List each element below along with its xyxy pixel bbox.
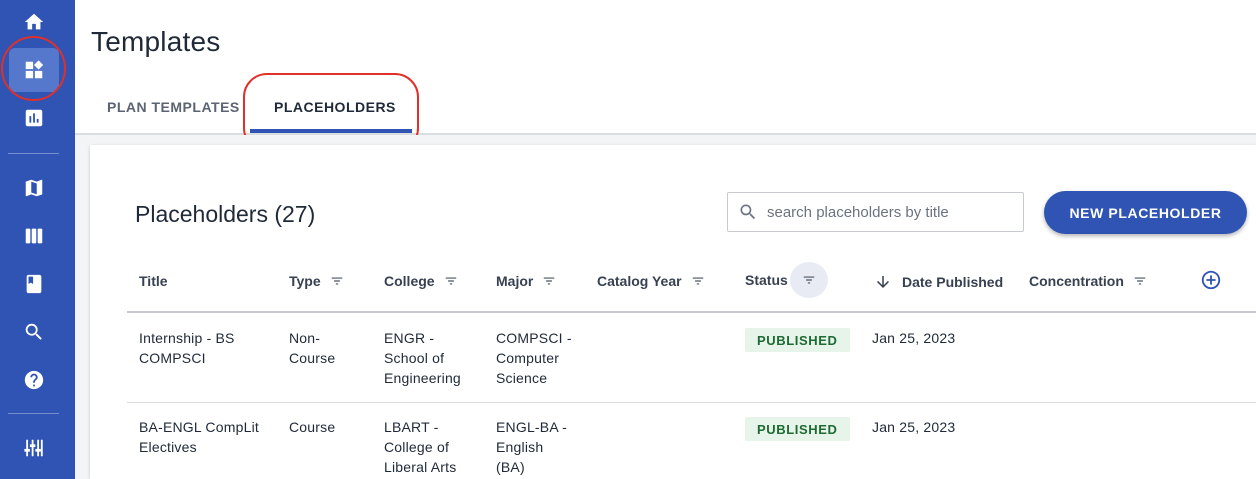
column-header-title[interactable]: Title bbox=[139, 273, 168, 289]
cell-college: ENGR - School of Engineering bbox=[384, 330, 461, 386]
filter-icon[interactable] bbox=[444, 274, 458, 288]
column-header-status[interactable]: Status bbox=[745, 262, 828, 298]
sidebar-item-reports[interactable] bbox=[9, 96, 59, 140]
cell-major: COMPSCI - Computer Science bbox=[496, 330, 572, 386]
status-filter-button[interactable] bbox=[789, 262, 828, 298]
sidebar-item-map[interactable] bbox=[9, 166, 59, 210]
cell-title: BA-ENGL CompLit Electives bbox=[139, 419, 259, 455]
arrow-down-icon[interactable] bbox=[874, 273, 892, 291]
add-column-button[interactable] bbox=[1200, 269, 1222, 291]
sidebar-item-columns[interactable] bbox=[9, 214, 59, 258]
sidebar-divider bbox=[8, 153, 59, 154]
column-header-college[interactable]: College bbox=[384, 273, 458, 289]
column-header-type[interactable]: Type bbox=[289, 273, 344, 289]
filter-icon bbox=[803, 276, 815, 284]
cell-date-published: Jan 25, 2023 bbox=[872, 419, 956, 435]
status-badge: PUBLISHED bbox=[745, 417, 850, 441]
sidebar-item-home[interactable] bbox=[9, 0, 59, 44]
search-input[interactable] bbox=[767, 203, 1007, 221]
sidebar-item-help[interactable] bbox=[9, 358, 59, 402]
columns-icon bbox=[25, 228, 43, 244]
main-content: Templates PLAN TEMPLATES PLACEHOLDERS Pl… bbox=[75, 0, 1256, 479]
column-header-date-published[interactable]: Date Published bbox=[874, 273, 1003, 291]
filter-icon[interactable] bbox=[542, 274, 556, 288]
new-placeholder-button[interactable]: NEW PLACEHOLDER bbox=[1044, 191, 1247, 234]
filter-icon[interactable] bbox=[330, 274, 344, 288]
help-icon bbox=[24, 370, 44, 390]
card-title: Placeholders (27) bbox=[135, 201, 316, 227]
sidebar-divider bbox=[8, 413, 59, 414]
column-header-major[interactable]: Major bbox=[496, 273, 556, 289]
cell-title: Internship - BS COMPSCI bbox=[139, 330, 235, 366]
placeholders-card: Placeholders (27) NEW PLACEHOLDER Title … bbox=[90, 145, 1256, 479]
cell-date-published: Jan 25, 2023 bbox=[872, 330, 956, 346]
search-icon bbox=[740, 204, 756, 220]
sidebar-item-search[interactable] bbox=[9, 310, 59, 354]
tab-placeholders[interactable]: PLACEHOLDERS bbox=[274, 99, 396, 115]
add-circle-icon bbox=[1201, 270, 1221, 290]
column-header-concentration[interactable]: Concentration bbox=[1029, 273, 1147, 289]
cell-type: Non- Course bbox=[289, 330, 336, 366]
cell-college: LBART - College of Liberal Arts bbox=[384, 419, 457, 475]
map-icon bbox=[25, 179, 43, 197]
home-icon bbox=[24, 13, 44, 30]
bar-chart-icon bbox=[25, 109, 43, 127]
search-icon bbox=[25, 323, 42, 340]
table-header-divider bbox=[127, 311, 1256, 313]
sidebar-nav bbox=[0, 0, 75, 479]
sidebar-item-settings[interactable] bbox=[9, 426, 59, 470]
filter-icon[interactable] bbox=[1133, 274, 1147, 288]
templates-icon bbox=[25, 60, 44, 79]
filter-icon[interactable] bbox=[691, 274, 705, 288]
cell-type: Course bbox=[289, 419, 336, 435]
sliders-icon bbox=[24, 439, 43, 457]
search-field[interactable] bbox=[727, 192, 1024, 232]
book-icon bbox=[26, 274, 42, 294]
tab-plan-templates[interactable]: PLAN TEMPLATES bbox=[107, 99, 240, 115]
sidebar-item-templates[interactable] bbox=[9, 48, 59, 92]
cell-major: ENGL-BA - English (BA) bbox=[496, 419, 568, 475]
status-badge: PUBLISHED bbox=[745, 328, 850, 352]
page-title: Templates bbox=[91, 26, 221, 57]
column-header-catalog-year[interactable]: Catalog Year bbox=[597, 273, 705, 289]
row-divider bbox=[127, 402, 1256, 403]
sidebar-item-catalog[interactable] bbox=[9, 262, 59, 306]
